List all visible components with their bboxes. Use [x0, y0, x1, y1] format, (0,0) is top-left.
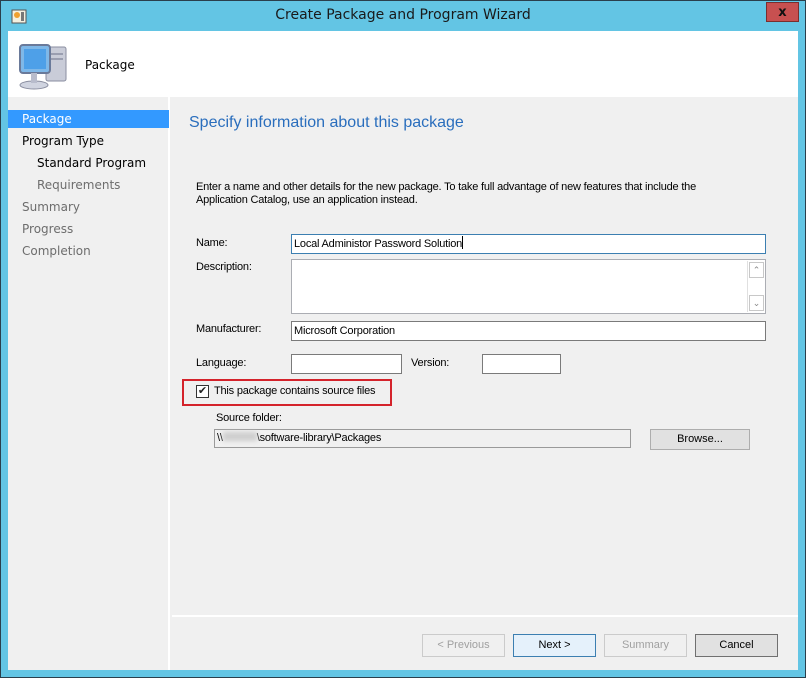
- source-files-checkbox[interactable]: ✔: [196, 385, 209, 398]
- name-input[interactable]: Local Administor Password Solution: [291, 234, 766, 254]
- language-label: Language:: [196, 357, 247, 369]
- next-button[interactable]: Next >: [513, 634, 596, 657]
- nav-item-standard-program[interactable]: Standard Program: [8, 154, 169, 172]
- title-bar[interactable]: Create Package and Program Wizard x: [1, 1, 805, 31]
- browse-button[interactable]: Browse...: [650, 429, 750, 450]
- checkmark-icon: ✔: [197, 385, 208, 397]
- page-heading: Specify information about this package: [189, 114, 464, 131]
- source-folder-label: Source folder:: [216, 412, 282, 424]
- description-input[interactable]: ⌃ ⌄: [291, 259, 766, 314]
- summary-button[interactable]: Summary: [604, 634, 687, 657]
- close-icon: x: [778, 4, 787, 20]
- close-button[interactable]: x: [766, 2, 799, 22]
- scroll-up-icon[interactable]: ⌃: [749, 262, 764, 278]
- name-label: Name:: [196, 237, 228, 249]
- nav-item-program-type[interactable]: Program Type: [8, 132, 169, 150]
- nav-item-summary[interactable]: Summary: [8, 198, 169, 216]
- nav-item-requirements[interactable]: Requirements: [8, 176, 169, 194]
- manufacturer-label: Manufacturer:: [196, 323, 262, 335]
- description-scrollbar[interactable]: ⌃ ⌄: [747, 261, 764, 312]
- previous-button[interactable]: < Previous: [422, 634, 505, 657]
- intro-text: Enter a name and other details for the n…: [196, 181, 697, 206]
- nav-item-progress[interactable]: Progress: [8, 220, 169, 238]
- wizard-client: Package Package Program Type Standard Pr…: [8, 31, 798, 670]
- version-input[interactable]: [482, 354, 561, 374]
- text-caret: [462, 236, 464, 249]
- manufacturer-input[interactable]: Microsoft Corporation: [291, 321, 766, 341]
- footer-divider: [172, 615, 798, 617]
- wizard-nav: Package Program Type Standard Program Re…: [8, 97, 170, 670]
- source-files-label[interactable]: This package contains source files: [214, 385, 376, 397]
- redacted-server-name: [222, 432, 257, 441]
- source-folder-input[interactable]: \\ \software-library\Packages: [214, 429, 631, 448]
- computer-icon: [19, 44, 67, 90]
- scroll-down-icon[interactable]: ⌄: [749, 295, 764, 311]
- source-folder-path: \software-library\Packages: [256, 432, 382, 444]
- wizard-content: Specify information about this package E…: [172, 97, 798, 617]
- nav-item-package[interactable]: Package: [8, 110, 169, 128]
- version-label: Version:: [411, 357, 450, 369]
- window-title: Create Package and Program Wizard: [275, 7, 531, 23]
- name-value: Local Administor Password Solution: [294, 238, 463, 250]
- cancel-button[interactable]: Cancel: [695, 634, 778, 657]
- wizard-header: Package: [8, 31, 798, 97]
- header-title: Package: [85, 58, 135, 72]
- language-input[interactable]: [291, 354, 402, 374]
- wizard-window: Create Package and Program Wizard x Pack…: [0, 0, 806, 678]
- description-label: Description:: [196, 261, 252, 273]
- nav-item-completion[interactable]: Completion: [8, 242, 169, 260]
